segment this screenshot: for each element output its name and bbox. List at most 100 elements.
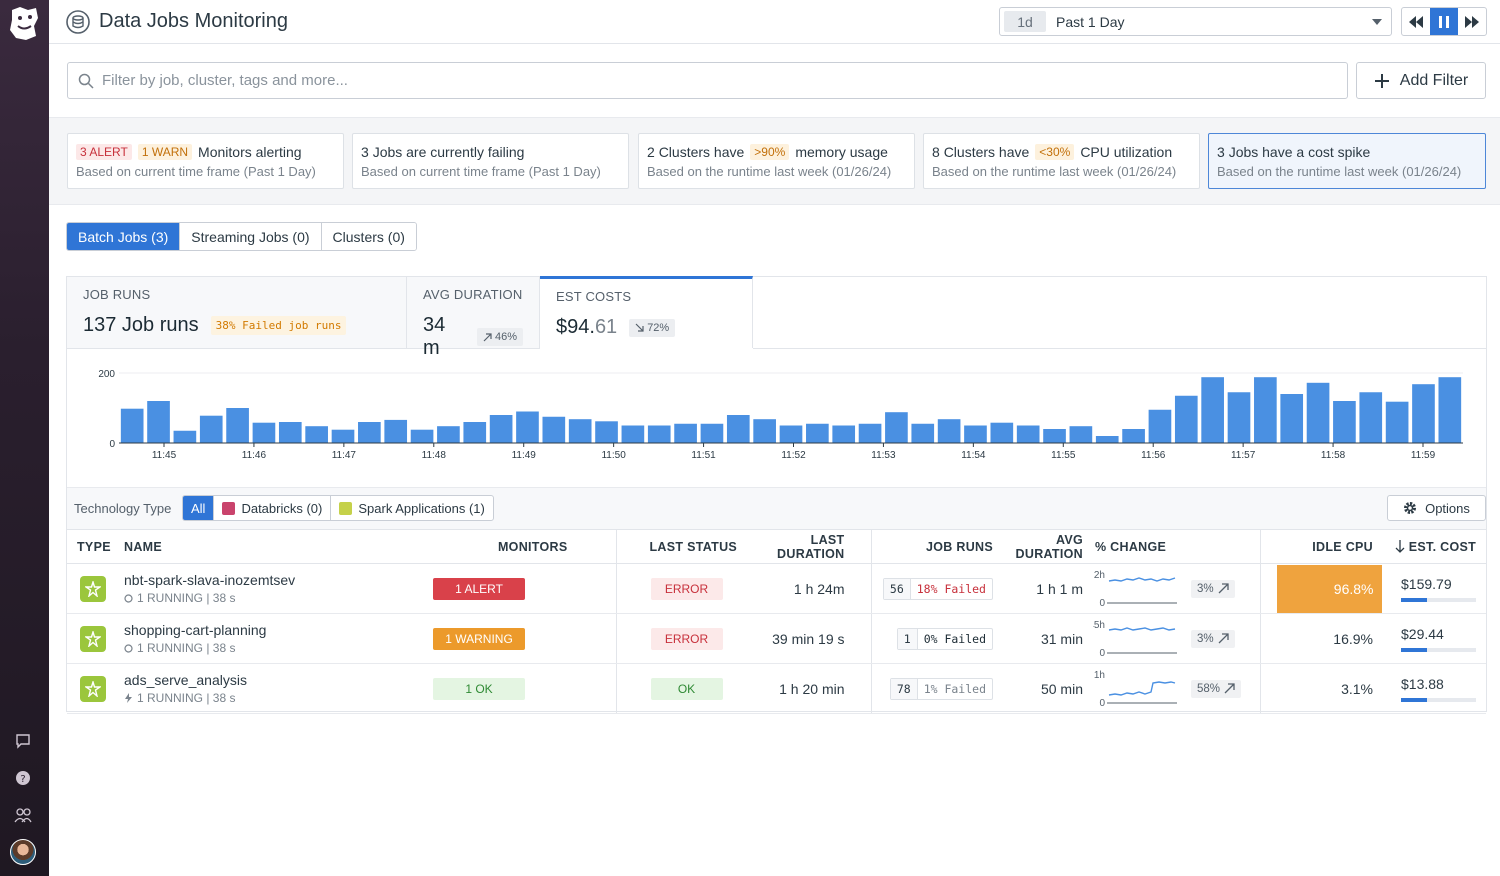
chart-bar[interactable] <box>1174 395 1198 443</box>
tab-streaming-jobs[interactable]: Streaming Jobs (0) <box>180 223 322 250</box>
tab-clusters[interactable]: Clusters (0) <box>321 223 416 250</box>
chart-bar[interactable] <box>621 425 645 444</box>
chart-bar[interactable] <box>384 419 408 443</box>
chart-bar[interactable] <box>1227 392 1251 443</box>
chart-bar[interactable] <box>595 421 618 443</box>
metric-avg-duration[interactable]: AVG DURATION 34 m 46% <box>407 277 540 359</box>
chart-bar[interactable] <box>674 423 697 443</box>
chart-bar[interactable] <box>173 430 197 443</box>
chart-bar[interactable] <box>305 426 328 443</box>
chart-bar[interactable] <box>331 429 355 443</box>
time-range-select[interactable]: 1d Past 1 Day <box>999 7 1392 36</box>
fast-forward-button[interactable] <box>1458 8 1486 35</box>
tech-spark[interactable]: Spark Applications (1) <box>331 496 492 520</box>
col-pct-change[interactable]: % CHANGE <box>1085 529 1260 564</box>
chart-bar[interactable] <box>226 408 249 443</box>
chart-bar[interactable] <box>542 416 566 443</box>
col-type[interactable]: TYPE <box>67 529 124 564</box>
col-avg-duration[interactable]: AVG DURATION <box>995 529 1085 564</box>
metric-job-runs[interactable]: JOB RUNS 137 Job runs 38% Failed job run… <box>67 277 407 349</box>
table-row[interactable]: nbt-spark-slava-inozemtsev 1 RUNNING | 3… <box>67 563 1486 614</box>
chart-bar[interactable] <box>858 423 882 443</box>
job-name[interactable]: ads_serve_analysis <box>124 672 444 688</box>
chart-bar[interactable] <box>1201 377 1224 443</box>
monitor-badge[interactable]: 1 OK <box>433 677 525 700</box>
monitor-badge[interactable]: 1 WARNING <box>433 627 525 650</box>
chart-bar[interactable] <box>779 425 803 444</box>
col-name[interactable]: NAME <box>124 529 444 564</box>
job-name[interactable]: shopping-cart-planning <box>124 622 444 638</box>
tab-batch-jobs[interactable]: Batch Jobs (3) <box>67 223 181 250</box>
rewind-button[interactable] <box>1402 8 1430 35</box>
chart-bar[interactable] <box>199 415 223 443</box>
chart-bar[interactable] <box>1122 429 1145 443</box>
chart-bar[interactable] <box>1333 401 1356 443</box>
table-row[interactable]: ads_serve_analysis 1 RUNNING | 38 s 1 OK… <box>67 663 1486 714</box>
chart-bar[interactable] <box>516 411 539 444</box>
tech-databricks[interactable]: Databricks (0) <box>214 496 332 520</box>
chart-bar[interactable] <box>1280 394 1304 443</box>
col-last-duration[interactable]: LAST DURATION <box>746 529 871 564</box>
col-job-runs[interactable]: JOB RUNS <box>870 529 995 564</box>
chart-bar[interactable] <box>1306 382 1330 443</box>
chart-bar[interactable] <box>990 422 1014 443</box>
col-idle-cpu[interactable]: IDLE CPU <box>1259 529 1391 564</box>
chart-bar[interactable] <box>937 419 961 443</box>
add-filter-button[interactable]: Add Filter <box>1356 62 1486 99</box>
chart-bar[interactable] <box>1043 429 1066 443</box>
options-button[interactable]: Options <box>1387 495 1486 521</box>
chart-bar[interactable] <box>832 425 856 444</box>
chart-bar[interactable] <box>278 422 302 443</box>
col-monitors[interactable]: MONITORS <box>444 529 616 564</box>
chart-bar[interactable] <box>120 408 144 443</box>
chart-bar[interactable] <box>885 412 908 443</box>
insight-cpu-utilization[interactable]: 8 Clusters have <30% CPU utilization Bas… <box>923 133 1200 189</box>
insight-memory-usage[interactable]: 2 Clusters have >90% memory usage Based … <box>638 133 915 189</box>
search-input[interactable] <box>102 72 1302 89</box>
name-cell[interactable]: ads_serve_analysis 1 RUNNING | 38 s <box>124 663 444 714</box>
chart-bar[interactable] <box>726 415 750 443</box>
chart-bar[interactable] <box>647 425 671 444</box>
chart-bar[interactable] <box>410 429 434 443</box>
metric-est-costs[interactable]: EST COSTS $94.61 72% <box>540 276 753 348</box>
tech-all[interactable]: All <box>183 496 215 520</box>
chart-bar[interactable] <box>911 423 935 443</box>
user-avatar[interactable] <box>10 839 36 865</box>
chart-bar[interactable] <box>1095 436 1119 443</box>
chart-bar[interactable] <box>437 426 460 443</box>
name-cell[interactable]: shopping-cart-planning 1 RUNNING | 38 s <box>124 613 444 664</box>
chart-bar[interactable] <box>753 419 776 443</box>
chart-bar[interactable] <box>700 423 724 443</box>
table-row[interactable]: shopping-cart-planning 1 RUNNING | 38 s … <box>67 613 1486 664</box>
chart-bar[interactable] <box>252 422 276 443</box>
insight-monitors-alerting[interactable]: 3 ALERT 1 WARN Monitors alerting Based o… <box>67 133 344 189</box>
chart-bar[interactable] <box>1016 425 1040 444</box>
chat-icon[interactable] <box>12 730 34 752</box>
chart-bar[interactable] <box>964 425 987 444</box>
chart-bar[interactable] <box>1412 384 1435 443</box>
chart-bar[interactable] <box>1254 377 1277 443</box>
chart-bar[interactable] <box>1359 392 1383 443</box>
insight-jobs-failing[interactable]: 3 Jobs are currently failing Based on cu… <box>352 133 629 189</box>
job-runs-box[interactable]: 78 1% Failed <box>889 677 993 700</box>
monitor-badge[interactable]: 1 ALERT <box>433 577 525 600</box>
job-name[interactable]: nbt-spark-slava-inozemtsev <box>124 572 444 588</box>
job-runs-box[interactable]: 56 18% Failed <box>882 577 993 600</box>
pause-button[interactable] <box>1430 8 1458 35</box>
help-icon[interactable]: ? <box>12 767 34 789</box>
name-cell[interactable]: nbt-spark-slava-inozemtsev 1 RUNNING | 3… <box>124 563 444 614</box>
chart-bar[interactable] <box>1069 426 1093 443</box>
insight-cost-spike[interactable]: 3 Jobs have a cost spike Based on the ru… <box>1208 133 1486 189</box>
team-icon[interactable] <box>12 804 34 826</box>
chart-bar[interactable] <box>568 419 592 443</box>
chart-bar[interactable] <box>463 422 487 443</box>
datadog-logo-icon[interactable] <box>6 4 42 44</box>
col-est-cost[interactable]: EST. COST <box>1391 529 1486 564</box>
job-runs-box[interactable]: 1 0% Failed <box>896 627 993 650</box>
chart-bar[interactable] <box>1385 401 1409 443</box>
col-last-status[interactable]: LAST STATUS <box>615 529 746 564</box>
chart-bar[interactable] <box>358 422 381 443</box>
chart-bar[interactable] <box>147 401 170 443</box>
chart-bar[interactable] <box>806 423 829 443</box>
chart-bar[interactable] <box>1148 409 1172 443</box>
